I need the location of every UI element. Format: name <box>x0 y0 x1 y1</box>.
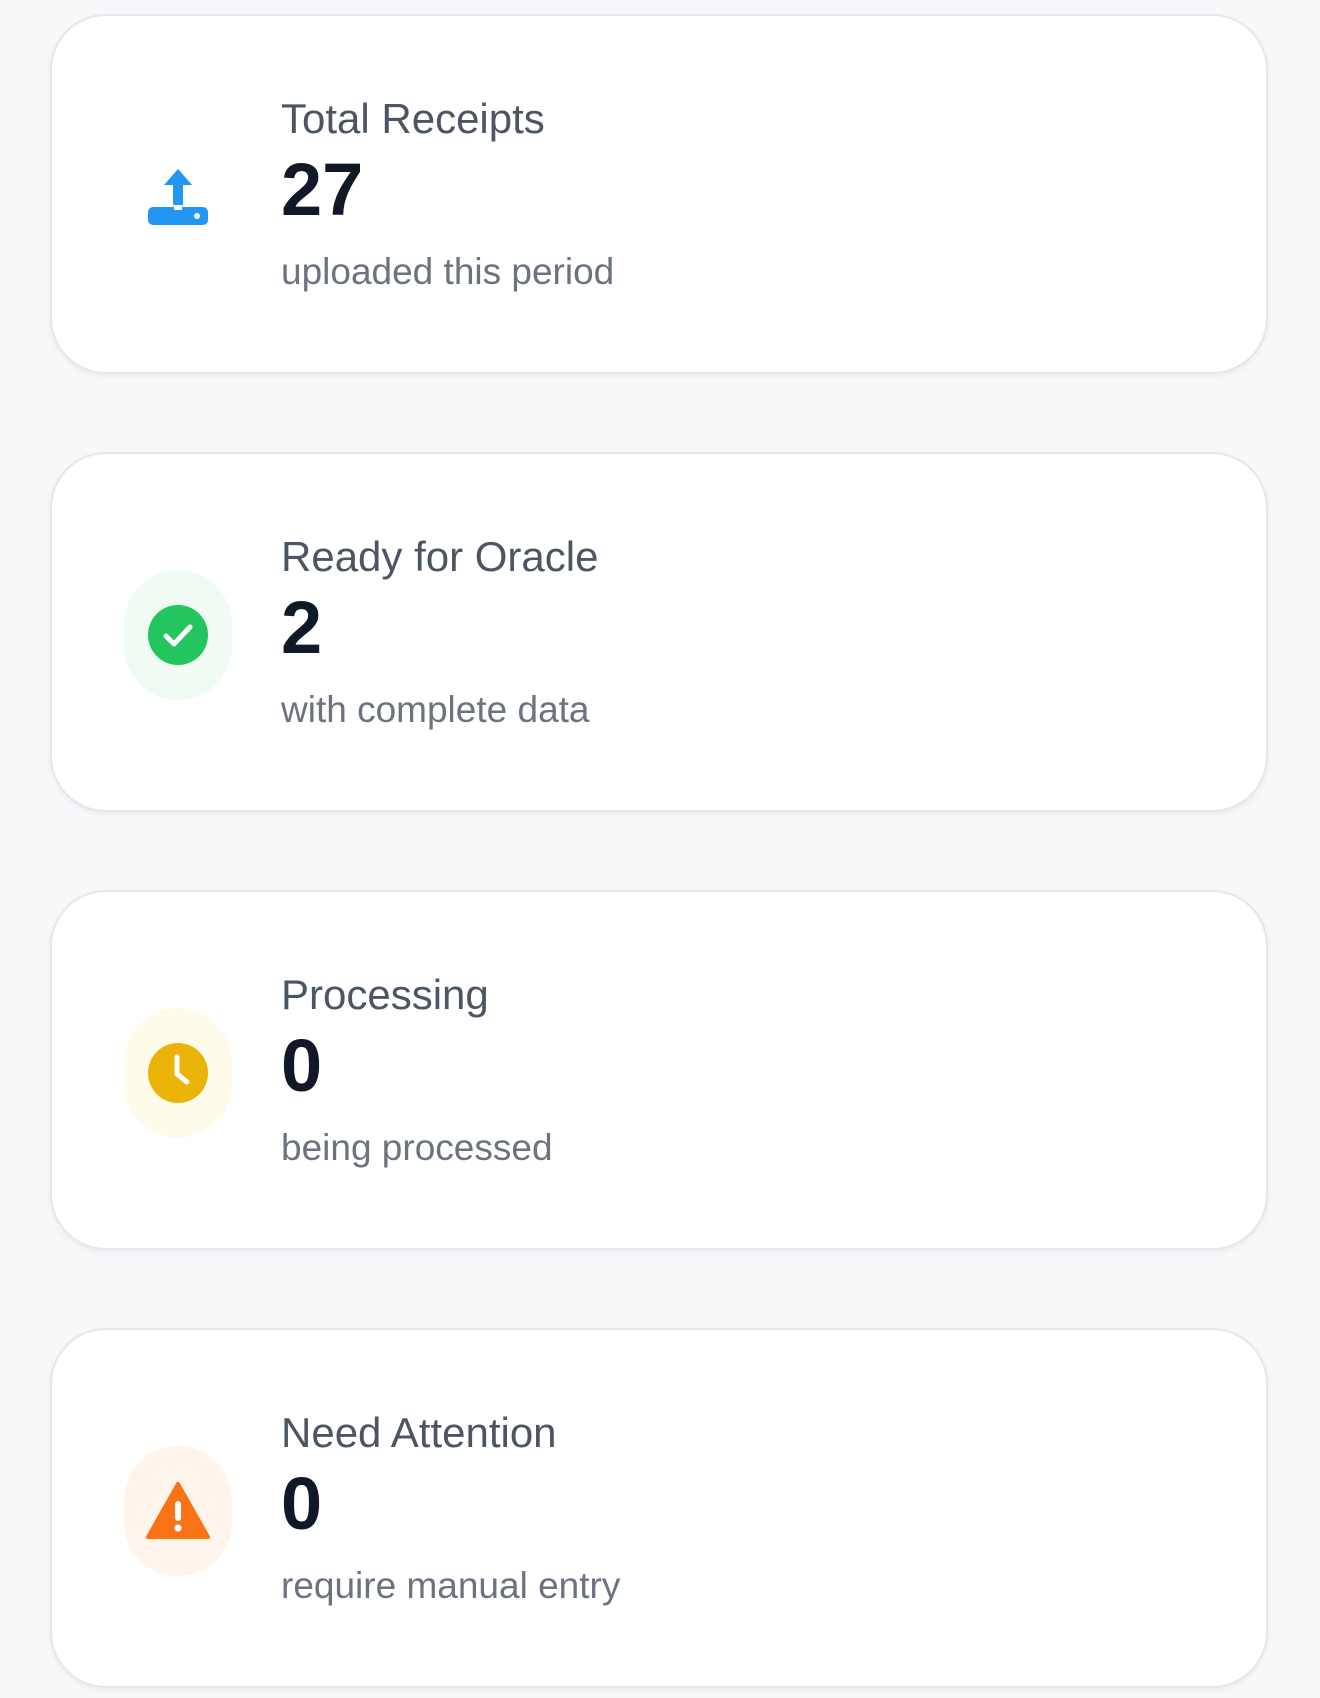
warning-icon-container <box>124 1446 232 1576</box>
clock-icon-container <box>124 1008 232 1138</box>
upload-icon-container <box>124 132 232 262</box>
card-title: Processing <box>281 971 489 1018</box>
check-icon-container <box>124 570 232 700</box>
card-title: Need Attention <box>281 1409 557 1456</box>
card-title: Ready for Oracle <box>281 533 599 580</box>
card-title: Total Receipts <box>281 95 545 142</box>
card-value: 0 <box>281 1462 323 1545</box>
warning-icon <box>146 1482 210 1539</box>
card-subtitle: uploaded this period <box>281 251 615 292</box>
card-value: 0 <box>281 1024 323 1107</box>
stat-card-ready-for-oracle: Ready for Oracle 2 with complete data <box>50 452 1268 812</box>
card-subtitle: being processed <box>281 1127 553 1168</box>
card-subtitle: with complete data <box>281 689 590 730</box>
card-value: 2 <box>281 586 323 669</box>
upload-icon <box>148 169 208 225</box>
stat-card-total-receipts: Total Receipts 27 uploaded this period <box>50 14 1268 374</box>
clock-icon <box>148 1043 208 1103</box>
stat-card-need-attention: Need Attention 0 require manual entry <box>50 1328 1268 1688</box>
stat-card-processing: Processing 0 being processed <box>50 890 1268 1250</box>
card-value: 27 <box>281 148 364 231</box>
check-circle-icon <box>148 605 208 665</box>
card-subtitle: require manual entry <box>281 1565 621 1606</box>
